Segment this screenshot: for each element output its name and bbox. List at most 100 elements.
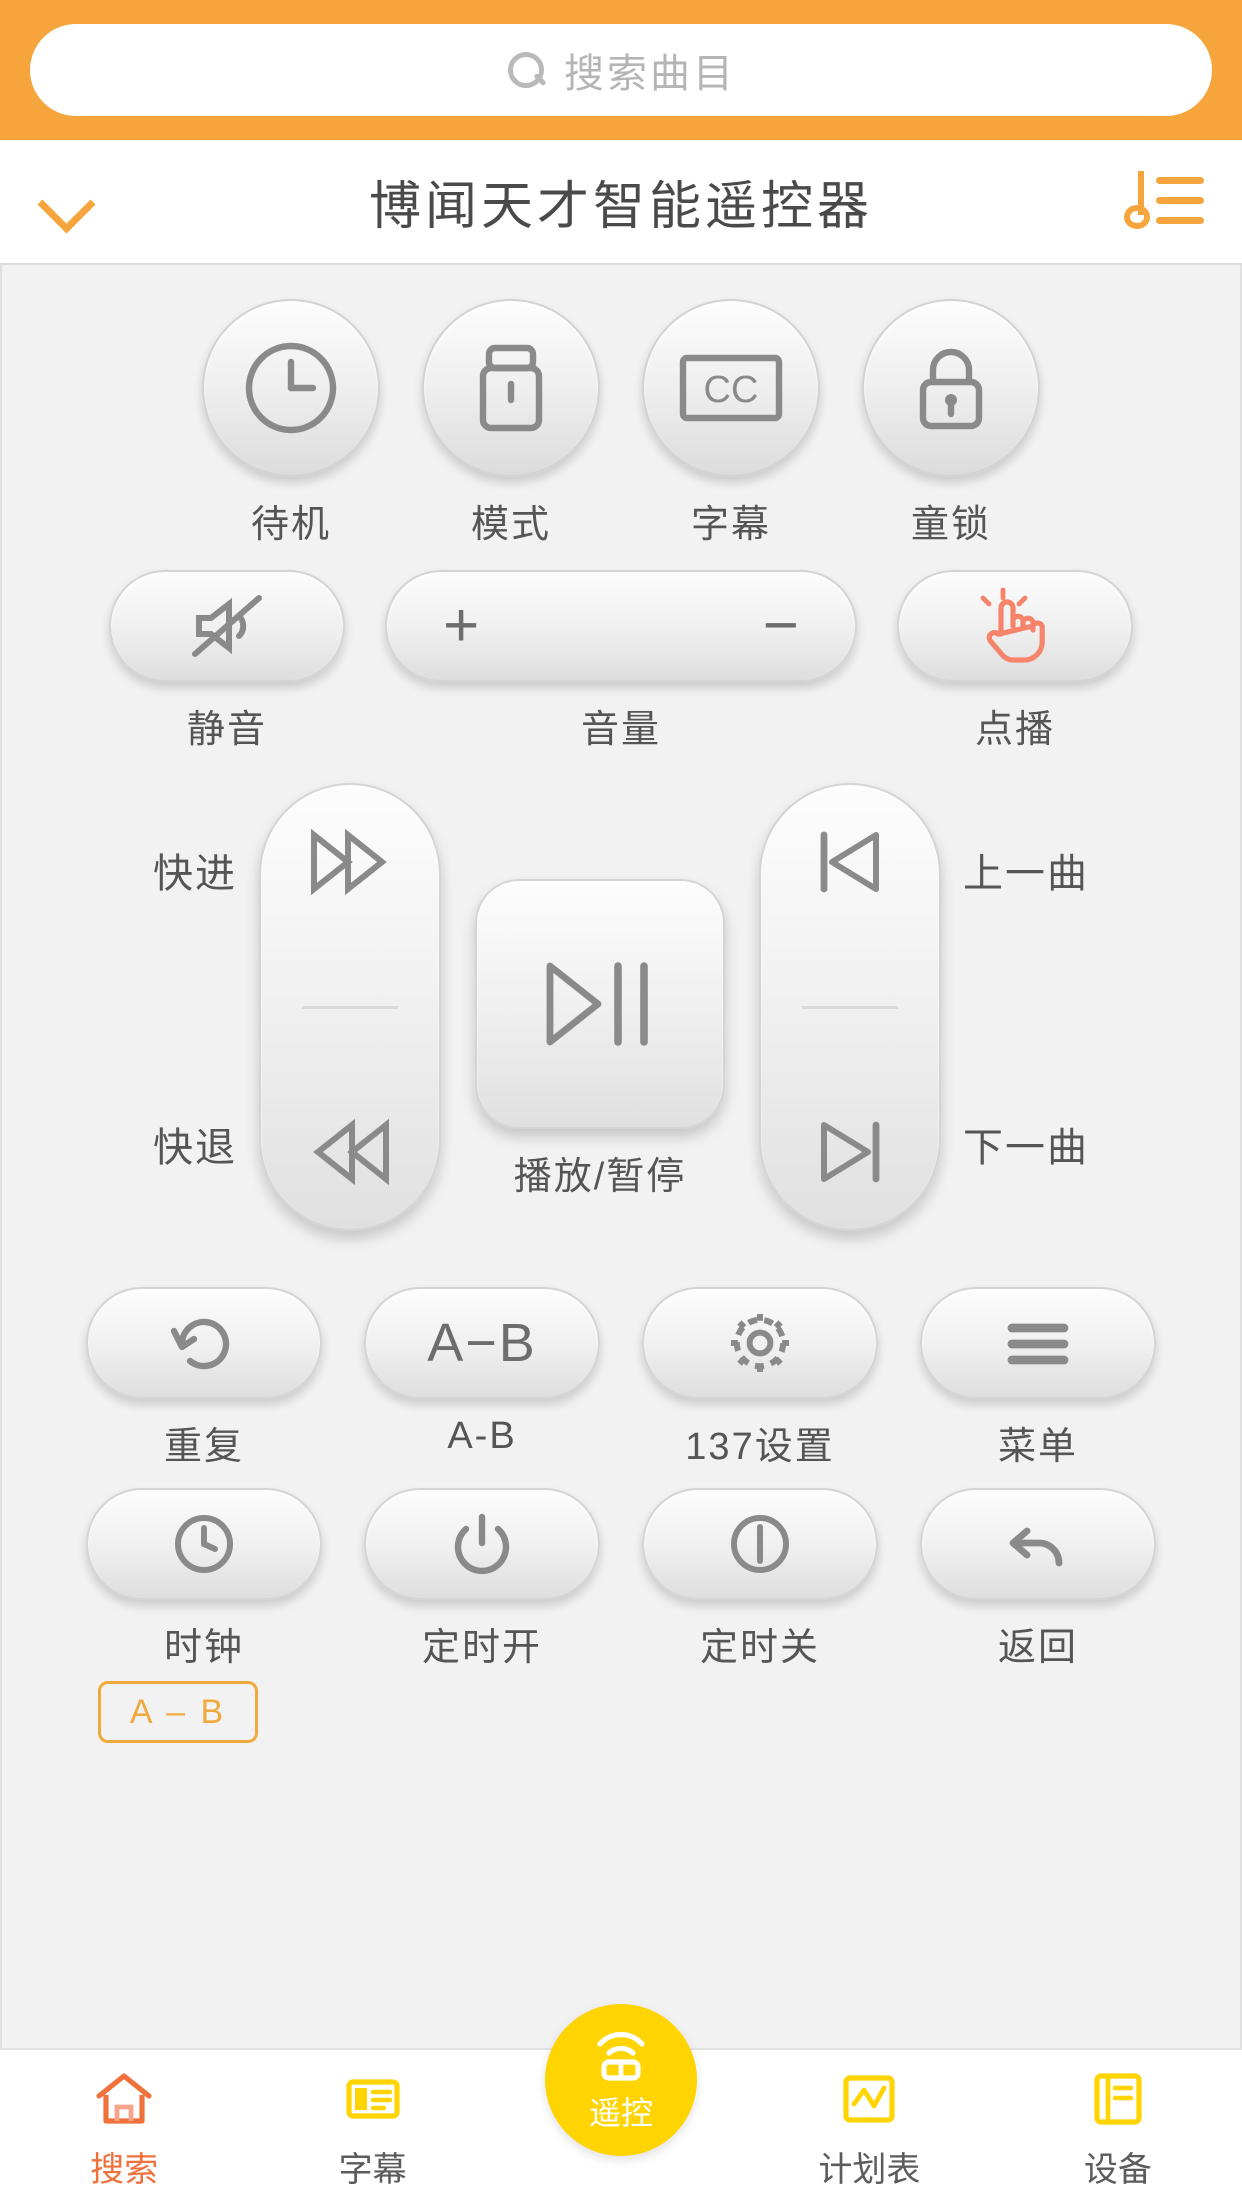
timer-on-button[interactable] — [364, 1488, 600, 1600]
timer-off-label: 定时关 — [699, 1627, 820, 1669]
schedule-icon — [838, 2068, 900, 2130]
next-track-icon[interactable] — [800, 1115, 900, 1189]
tab-remote-label: 遥控 — [588, 2095, 653, 2131]
fast-forward-icon[interactable] — [300, 825, 400, 899]
remote-grid-row-1: 重复 A−B A-B 137设置 菜单 — [2, 1287, 1240, 1470]
settings-button[interactable] — [642, 1287, 878, 1399]
tab-search[interactable]: 搜索 — [0, 2068, 248, 2191]
mode-label: 模式 — [470, 504, 551, 546]
transport-section: 快进 快退 播放/暂停 上一曲 下一曲 — [2, 783, 1240, 1231]
menu-label: 菜单 — [997, 1426, 1078, 1468]
ab-button-text: A−B — [427, 1313, 537, 1373]
button-back[interactable]: 返回 — [920, 1488, 1156, 1671]
repeat-button[interactable] — [86, 1287, 322, 1399]
standby-button[interactable] — [202, 299, 380, 477]
volume-control[interactable]: + − 音量 — [385, 570, 857, 753]
search-icon — [506, 50, 546, 90]
clock-label: 时钟 — [163, 1627, 244, 1669]
remote-row-1: 待机 模式 CC 字幕 童锁 — [2, 299, 1240, 548]
title-bar: 博闻天才智能遥控器 — [0, 140, 1242, 265]
ff-rw-rocker[interactable] — [259, 783, 441, 1231]
volume-down-button[interactable]: − — [763, 595, 799, 657]
remote-fab-button[interactable]: 遥控 — [545, 2004, 697, 2156]
ab-label: A-B — [447, 1415, 517, 1457]
button-mode[interactable]: 模式 — [422, 299, 600, 548]
tab-search-label: 搜索 — [90, 2150, 159, 2189]
fast-forward-label: 快进 — [153, 852, 237, 896]
button-menu[interactable]: 菜单 — [920, 1287, 1156, 1470]
ab-status-tag[interactable]: A – B — [98, 1681, 258, 1743]
mute-button[interactable] — [109, 570, 345, 682]
search-bar: 搜索曲目 — [0, 0, 1242, 140]
next-track-label: 下一曲 — [963, 1126, 1089, 1170]
demand-button[interactable] — [897, 570, 1133, 682]
power-on-icon — [454, 1513, 510, 1575]
button-ab[interactable]: A−B A-B — [364, 1287, 600, 1470]
previous-track-icon[interactable] — [800, 825, 900, 899]
remote-panel: 待机 模式 CC 字幕 童锁 静音 + − 音量 点播 快进 快退 播放/暂停 … — [0, 265, 1242, 2048]
volume-up-button[interactable]: + — [443, 595, 479, 657]
ab-button[interactable]: A−B — [364, 1287, 600, 1399]
usb-drive-icon — [479, 344, 543, 432]
clock-button[interactable] — [86, 1488, 322, 1600]
play-pause-cell[interactable]: 播放/暂停 — [475, 879, 725, 1200]
play-pause-label: 播放/暂停 — [513, 1156, 687, 1198]
bottom-tab-bar: 搜索 字幕 遥控 计划表 设备 — [0, 2004, 1242, 2208]
subtitle-label: 字幕 — [690, 504, 771, 546]
remote-row-2: 静音 + − 音量 点播 — [2, 570, 1240, 753]
power-off-icon — [731, 1515, 789, 1573]
tab-schedule[interactable]: 计划表 — [745, 2068, 993, 2191]
button-timer-off[interactable]: 定时关 — [642, 1488, 878, 1671]
button-timer-on[interactable]: 定时开 — [364, 1488, 600, 1671]
previous-track-label: 上一曲 — [963, 852, 1089, 896]
home-icon — [93, 2068, 155, 2130]
button-repeat[interactable]: 重复 — [86, 1287, 322, 1470]
tab-subtitle-label: 字幕 — [338, 2150, 407, 2189]
device-icon — [1087, 2068, 1149, 2130]
mute-icon — [192, 595, 262, 657]
subtitle-icon — [342, 2068, 404, 2130]
music-list-icon[interactable] — [1124, 170, 1204, 233]
button-clock[interactable]: 时钟 — [86, 1488, 322, 1671]
volume-label: 音量 — [580, 709, 661, 751]
childlock-button[interactable] — [862, 299, 1040, 477]
tab-subtitle[interactable]: 字幕 — [248, 2068, 496, 2191]
lock-icon — [919, 348, 983, 430]
mode-button[interactable] — [422, 299, 600, 477]
search-placeholder: 搜索曲目 — [564, 52, 736, 96]
remote-grid-row-2: 时钟 定时开 定时关 返回 — [2, 1488, 1240, 1671]
subtitle-button[interactable]: CC — [642, 299, 820, 477]
childlock-label: 童锁 — [910, 504, 991, 546]
button-demand[interactable]: 点播 — [897, 570, 1133, 753]
standby-label: 待机 — [250, 504, 331, 546]
tab-schedule-label: 计划表 — [818, 2150, 921, 2189]
button-mute[interactable]: 静音 — [109, 570, 345, 753]
timer-on-label: 定时开 — [421, 1627, 542, 1669]
back-button[interactable] — [920, 1488, 1156, 1600]
clock-power-icon — [245, 342, 337, 434]
play-pause-button[interactable] — [475, 879, 725, 1129]
menu-button[interactable] — [920, 1287, 1156, 1399]
button-childlock[interactable]: 童锁 — [862, 299, 1040, 548]
cc-icon: CC — [679, 354, 783, 422]
volume-button[interactable]: + − — [385, 570, 857, 682]
button-subtitle[interactable]: CC 字幕 — [642, 299, 820, 548]
page-title: 博闻天才智能遥控器 — [368, 178, 873, 236]
rocker-divider — [302, 1005, 398, 1009]
back-label: 返回 — [997, 1627, 1078, 1669]
menu-icon — [1007, 1323, 1069, 1365]
remote-icon — [588, 2026, 654, 2082]
rewind-icon[interactable] — [300, 1115, 400, 1189]
button-standby[interactable]: 待机 — [202, 299, 380, 548]
gear-icon — [731, 1314, 789, 1372]
settings-label: 137设置 — [685, 1426, 835, 1468]
back-arrow-icon — [1009, 1527, 1063, 1567]
search-input[interactable]: 搜索曲目 — [30, 24, 1212, 116]
tab-device[interactable]: 设备 — [994, 2068, 1242, 2191]
prev-next-rocker[interactable] — [759, 783, 941, 1231]
rocker-divider — [802, 1005, 898, 1009]
timer-off-button[interactable] — [642, 1488, 878, 1600]
repeat-icon — [170, 1318, 230, 1370]
button-settings[interactable]: 137设置 — [642, 1287, 878, 1470]
app-screen: 搜索曲目 博闻天才智能遥控器 待机 模式 CC 字幕 童锁 静音 + − 音量 … — [0, 0, 1242, 2208]
